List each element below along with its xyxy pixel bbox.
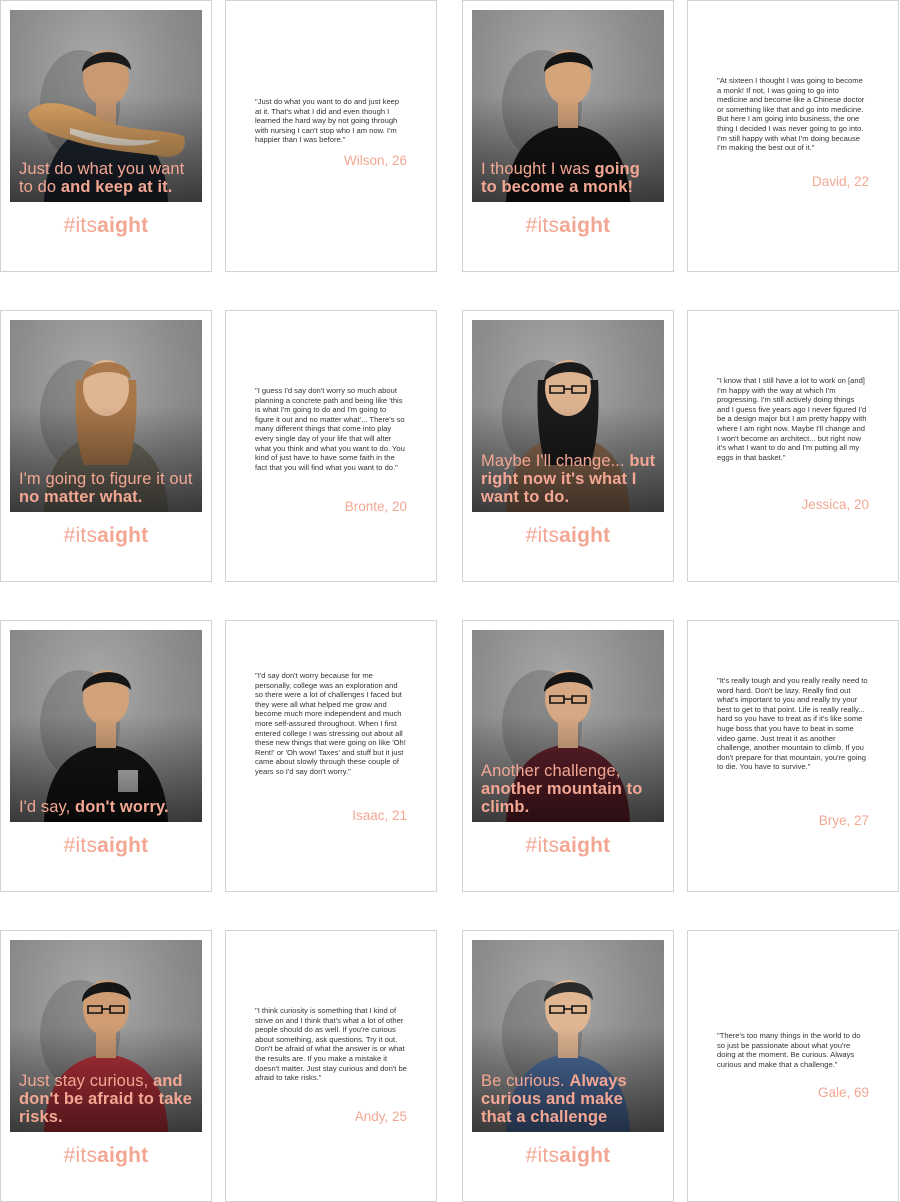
hashtag: #itsaight [463,1144,673,1168]
neck [96,1032,116,1058]
photo-caption: I'd say, don't worry. [19,798,196,816]
photo-card: Just do what you want to do and keep at … [0,0,212,272]
photo-card: I'd say, don't worry. #itsaight [0,620,212,892]
corgi-dog [28,103,185,157]
neck [558,1032,578,1058]
hashtag: #itsaight [1,214,211,238]
quote-author: Gale, 69 [817,1085,869,1100]
photo-card: Another challenge, another mountain to c… [462,620,674,892]
hashtag: #itsaight [1,1144,211,1168]
photo-card: I'm going to figure it out no matter wha… [0,310,212,582]
hashtag-light: #its [525,1144,560,1167]
hashtag: #itsaight [1,524,211,548]
photo-card: Just stay curious, and don't be afraid t… [0,930,212,1202]
quote-card: "I'd say don't worry because for me pers… [225,620,437,892]
hashtag-light: #its [525,834,560,857]
quote-text: "There's too many things in the world to… [717,1031,861,1069]
quote-card: "Just do what you want to do and just ke… [225,0,437,272]
quote-card: "It's really tough and you really really… [687,620,899,892]
photo-card: Maybe I'll change... but right now it's … [462,310,674,582]
caption-light: Maybe I'll change... [481,452,630,470]
hashtag-light: #its [63,214,98,237]
caption-bold: don't worry. [75,798,169,816]
hashtag-bold: aight [559,214,611,237]
portrait-figure [40,670,168,822]
photo-card: I thought I was going to become a monk! #… [462,0,674,272]
quote-card: "I know that I still have a lot to work … [687,310,899,582]
caption-bold: another mountain to climb. [481,780,643,816]
quote-text: "It's really tough and you really really… [717,676,868,772]
hashtag: #itsaight [463,214,673,238]
hashtag-light: #its [63,524,98,547]
quote-text: "I think curiosity is something that I k… [255,1006,407,1083]
photo-caption: Maybe I'll change... but right now it's … [481,452,658,506]
hashtag-bold: aight [97,214,149,237]
photo-caption: I thought I was going to become a monk! [481,160,658,196]
neck [558,722,578,748]
portrait-photo: Another challenge, another mountain to c… [472,630,664,822]
portrait-photo: I'd say, don't worry. [10,630,202,822]
quote-author: Brye, 27 [818,813,869,828]
hashtag-bold: aight [97,524,149,547]
caption-bold: and keep at it. [60,178,173,196]
quote-author: Bronte, 20 [344,499,407,514]
quote-card: "I think curiosity is something that I k… [225,930,437,1202]
quote-card: "I guess I'd say don't worry so much abo… [225,310,437,582]
corgi-belly [70,128,160,146]
photo-caption: Just do what you want to do and keep at … [19,160,196,196]
hashtag: #itsaight [463,524,673,548]
hashtag-light: #its [525,524,560,547]
quote-author: Jessica, 20 [801,497,869,512]
caption-light: I thought I was [481,160,595,178]
portrait-photo: Be curious. Always curious and make that… [472,940,664,1132]
hashtag: #itsaight [463,834,673,858]
caption-light: Another challenge, [481,762,621,780]
hashtag-bold: aight [559,1144,611,1167]
portrait-photo: I'm going to figure it out no matter wha… [10,320,202,512]
photo-caption: I'm going to figure it out no matter wha… [19,470,196,506]
portrait-photo: Just stay curious, and don't be afraid t… [10,940,202,1132]
quote-author: Isaac, 21 [352,808,407,823]
portrait-photo: Maybe I'll change... but right now it's … [472,320,664,512]
caption-light: Just stay curious, [19,1072,153,1090]
shirt-pocket [118,770,138,792]
hashtag-light: #its [63,834,98,857]
photo-card: Be curious. Always curious and make that… [462,930,674,1202]
photo-caption: Be curious. Always curious and make that… [481,1072,658,1126]
caption-light: I'd say, [19,798,76,816]
caption-light: Be curious. [481,1072,570,1090]
hashtag-bold: aight [559,524,611,547]
hashtag: #itsaight [1,834,211,858]
quote-author: Andy, 25 [354,1109,407,1124]
quote-card: "At sixteen I thought I was going to bec… [687,0,899,272]
neck [96,102,116,128]
neck [96,412,116,438]
neck [96,722,116,748]
quote-card: "There's too many things in the world to… [687,930,899,1202]
caption-light: I'm going to figure it out [19,470,193,488]
caption-bold: no matter what. [19,488,143,506]
portrait-photo: Just do what you want to do and keep at … [10,10,202,202]
quote-author: Wilson, 26 [343,153,407,168]
hashtag-bold: aight [97,834,149,857]
quote-text: "I'd say don't worry because for me pers… [255,671,406,776]
quote-text: "Just do what you want to do and just ke… [255,97,400,145]
hashtag-bold: aight [559,834,611,857]
quote-author: David, 22 [811,174,869,189]
hashtag-light: #its [525,214,560,237]
quote-text: "I know that I still have a lot to work … [717,376,867,462]
photo-caption: Another challenge, another mountain to c… [481,762,658,816]
photo-caption: Just stay curious, and don't be afraid t… [19,1072,196,1126]
portrait-photo: I thought I was going to become a monk! [472,10,664,202]
neck [558,102,578,128]
quote-text: "At sixteen I thought I was going to bec… [717,76,865,153]
hashtag-bold: aight [97,1144,149,1167]
neck [558,412,578,438]
quote-text: "I guess I'd say don't worry so much abo… [255,386,405,472]
hashtag-light: #its [63,1144,98,1167]
